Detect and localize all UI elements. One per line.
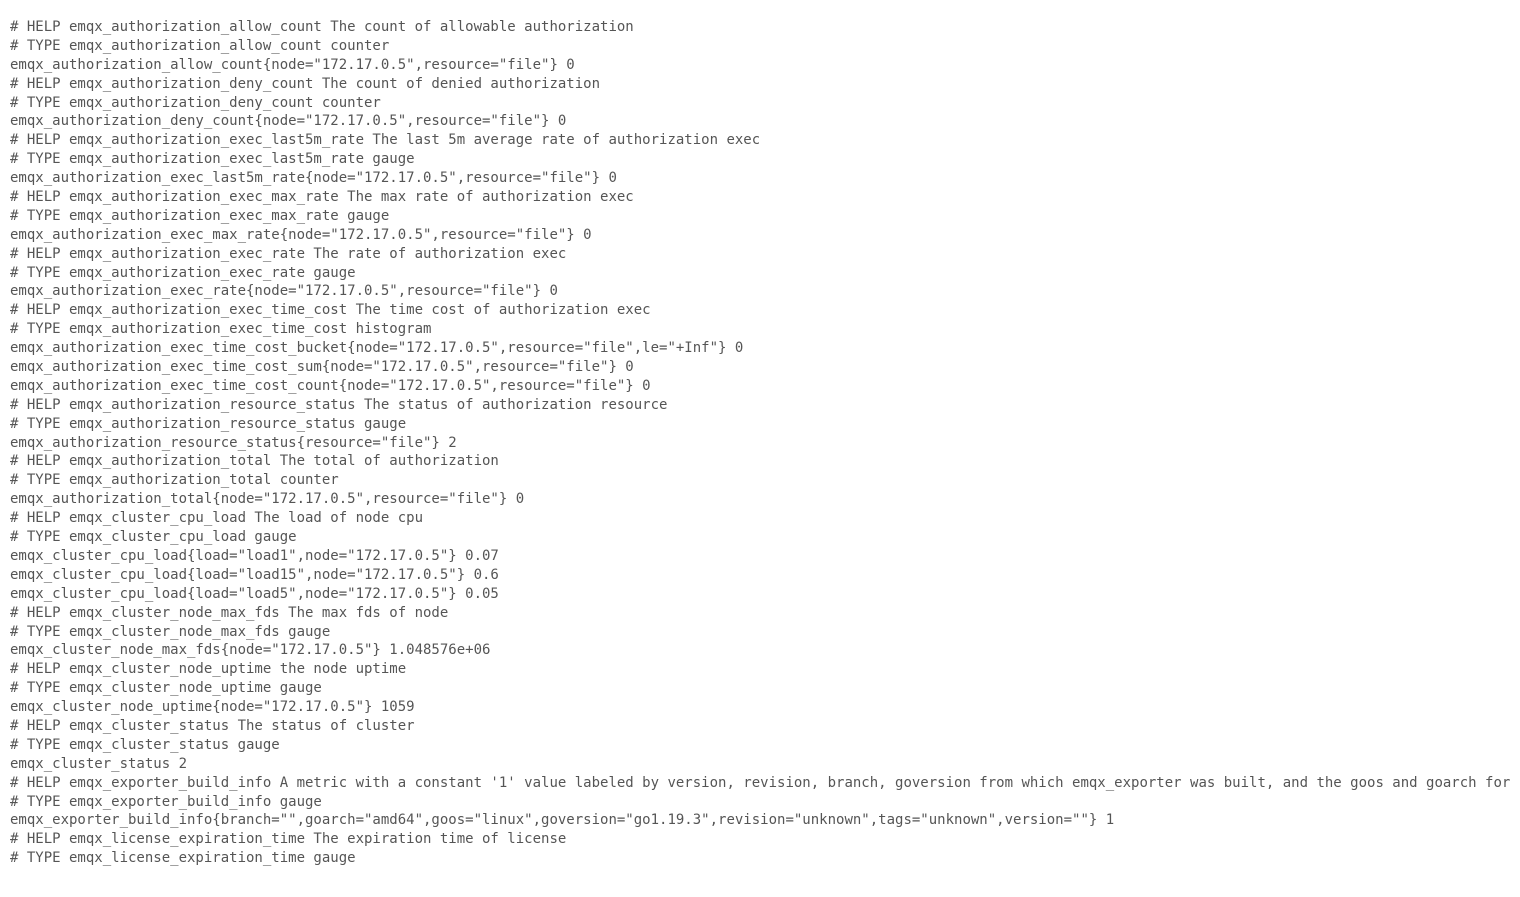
prometheus-metrics-text: # HELP emqx_authorization_allow_count Th…: [10, 18, 1510, 868]
metrics-line: # TYPE emqx_cluster_node_uptime gauge: [10, 679, 1510, 698]
metrics-line: # HELP emqx_cluster_node_max_fds The max…: [10, 604, 1510, 623]
metrics-line: # HELP emqx_authorization_allow_count Th…: [10, 18, 1510, 37]
metrics-line: emqx_authorization_exec_rate{node="172.1…: [10, 282, 1510, 301]
metrics-line: # HELP emqx_cluster_status The status of…: [10, 717, 1510, 736]
metrics-line: emqx_authorization_deny_count{node="172.…: [10, 112, 1510, 131]
metrics-line: emqx_cluster_node_max_fds{node="172.17.0…: [10, 641, 1510, 660]
metrics-line: emqx_authorization_allow_count{node="172…: [10, 56, 1510, 75]
metrics-line: # HELP emqx_cluster_cpu_load The load of…: [10, 509, 1510, 528]
metrics-line: # TYPE emqx_cluster_cpu_load gauge: [10, 528, 1510, 547]
metrics-line: # HELP emqx_exporter_build_info A metric…: [10, 774, 1510, 793]
metrics-line: emqx_authorization_exec_time_cost_bucket…: [10, 339, 1510, 358]
metrics-line: emqx_cluster_cpu_load{load="load15",node…: [10, 566, 1510, 585]
metrics-line: emqx_authorization_exec_last5m_rate{node…: [10, 169, 1510, 188]
metrics-line: # HELP emqx_cluster_node_uptime the node…: [10, 660, 1510, 679]
metrics-line: emqx_authorization_exec_time_cost_sum{no…: [10, 358, 1510, 377]
metrics-line: # TYPE emqx_authorization_total counter: [10, 471, 1510, 490]
metrics-line: # TYPE emqx_authorization_exec_time_cost…: [10, 320, 1510, 339]
metrics-line: # HELP emqx_authorization_exec_rate The …: [10, 245, 1510, 264]
metrics-line: # HELP emqx_authorization_exec_last5m_ra…: [10, 131, 1510, 150]
metrics-line: # TYPE emqx_authorization_exec_max_rate …: [10, 207, 1510, 226]
metrics-line: # TYPE emqx_cluster_node_max_fds gauge: [10, 623, 1510, 642]
metrics-line: # HELP emqx_license_expiration_time The …: [10, 830, 1510, 849]
metrics-line: emqx_authorization_exec_time_cost_count{…: [10, 377, 1510, 396]
metrics-line: emqx_authorization_exec_max_rate{node="1…: [10, 226, 1510, 245]
metrics-line: # TYPE emqx_authorization_exec_last5m_ra…: [10, 150, 1510, 169]
metrics-line: # HELP emqx_authorization_exec_time_cost…: [10, 301, 1510, 320]
metrics-line: # TYPE emqx_license_expiration_time gaug…: [10, 849, 1510, 868]
metrics-line: emqx_cluster_cpu_load{load="load1",node=…: [10, 547, 1510, 566]
metrics-line: # HELP emqx_authorization_deny_count The…: [10, 75, 1510, 94]
metrics-line: # TYPE emqx_authorization_deny_count cou…: [10, 94, 1510, 113]
metrics-line: emqx_authorization_total{node="172.17.0.…: [10, 490, 1510, 509]
metrics-line: # TYPE emqx_authorization_exec_rate gaug…: [10, 264, 1510, 283]
metrics-line: emqx_authorization_resource_status{resou…: [10, 434, 1510, 453]
metrics-line: # HELP emqx_authorization_total The tota…: [10, 452, 1510, 471]
metrics-line: # TYPE emqx_exporter_build_info gauge: [10, 793, 1510, 812]
metrics-line: # TYPE emqx_cluster_status gauge: [10, 736, 1510, 755]
metrics-line: emqx_exporter_build_info{branch="",goarc…: [10, 811, 1510, 830]
metrics-line: # TYPE emqx_authorization_resource_statu…: [10, 415, 1510, 434]
metrics-line: emqx_cluster_cpu_load{load="load5",node=…: [10, 585, 1510, 604]
metrics-line: # HELP emqx_authorization_exec_max_rate …: [10, 188, 1510, 207]
metrics-line: emqx_cluster_status 2: [10, 755, 1510, 774]
metrics-line: emqx_cluster_node_uptime{node="172.17.0.…: [10, 698, 1510, 717]
metrics-line: # TYPE emqx_authorization_allow_count co…: [10, 37, 1510, 56]
metrics-line: # HELP emqx_authorization_resource_statu…: [10, 396, 1510, 415]
